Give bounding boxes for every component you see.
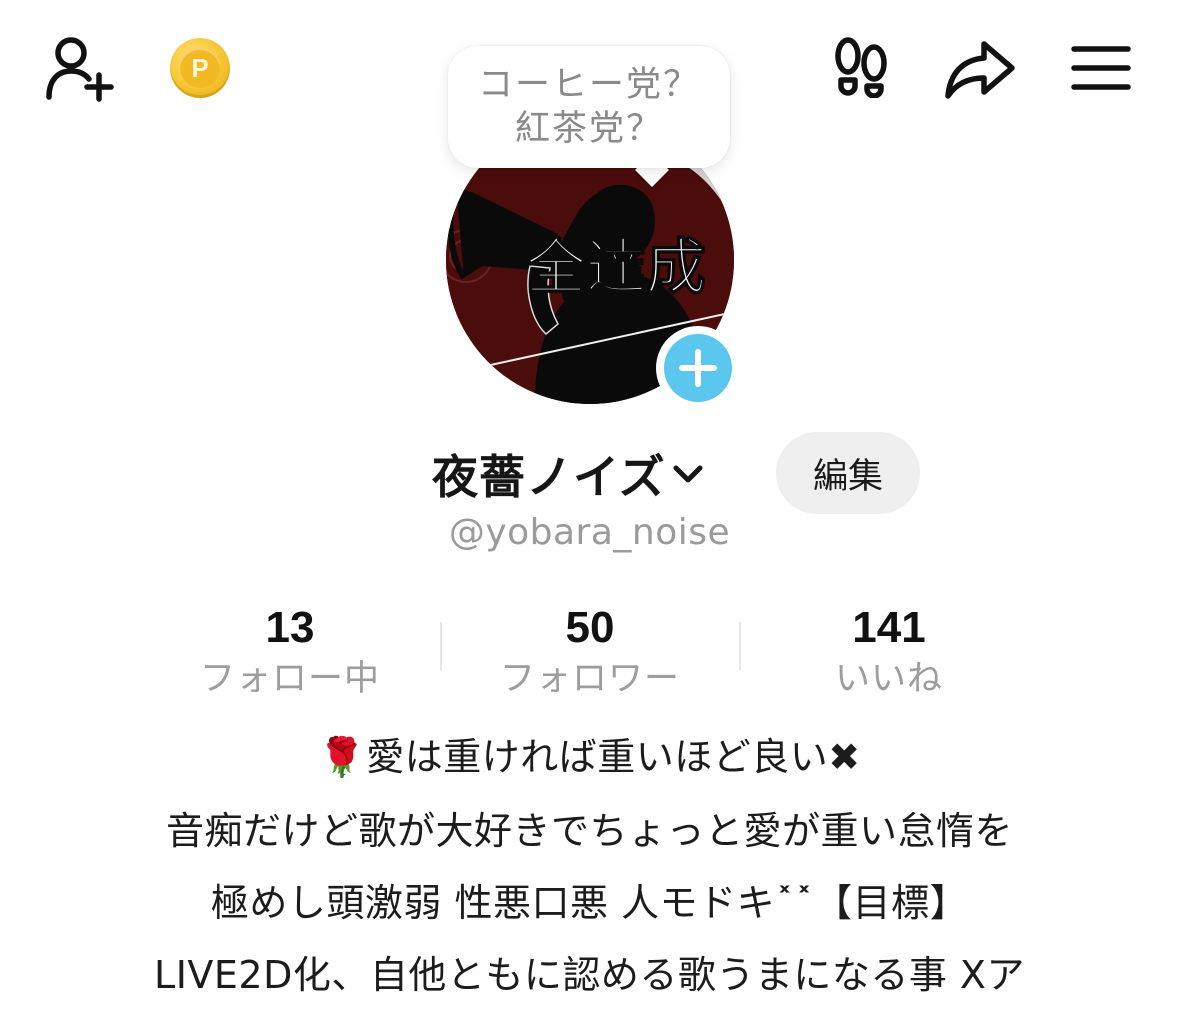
stat-followers[interactable]: 50 フォロワー	[440, 600, 740, 702]
avatar-text: 全達成	[525, 233, 706, 303]
footprints-icon	[835, 37, 887, 98]
plus-icon	[664, 334, 732, 402]
bubble-line-1: コーヒー党？	[477, 65, 700, 105]
edit-profile-button[interactable]: 編集	[776, 432, 920, 514]
followers-label: フォロワー	[499, 659, 680, 699]
likes-count: 141	[852, 603, 926, 652]
footprints-button[interactable]	[828, 34, 894, 100]
coin-letter: P	[180, 48, 220, 88]
bio-line-4: LIVE2D化、自他ともに認める歌うまになる事 Xア	[154, 953, 1025, 997]
bio-line-1: 🌹愛は重ければ重いほど良い✖	[318, 735, 861, 779]
display-name: 夜薔ノイズ	[432, 450, 666, 504]
bio-line-3: 極めし頭激弱 性悪口悪 人モドキ˟˟【目標】	[210, 881, 969, 925]
stat-following[interactable]: 13 フォロー中	[140, 600, 440, 702]
likes-label: いいね	[834, 659, 943, 699]
bubble-line-2: 紅茶党？	[514, 109, 663, 149]
stat-likes[interactable]: 141 いいね	[739, 600, 1039, 702]
add-friend-button[interactable]	[40, 30, 120, 106]
display-name-row[interactable]: 夜薔ノイズ	[432, 442, 706, 506]
following-label: フォロー中	[199, 659, 380, 699]
share-icon	[945, 41, 1015, 99]
bio-line-2: 音痴だけど歌が大好きでちょっと愛が重い怠惰を	[165, 809, 1013, 853]
share-button[interactable]	[942, 36, 1018, 102]
chevron-down-icon	[673, 465, 703, 483]
add-avatar-button[interactable]	[656, 326, 740, 410]
following-count: 13	[265, 603, 315, 652]
followers-count: 50	[565, 603, 615, 652]
points-coin-icon[interactable]: P	[170, 38, 230, 98]
menu-icon	[1071, 46, 1131, 90]
menu-button[interactable]	[1068, 40, 1134, 96]
status-bubble[interactable]: コーヒー党？ 紅茶党？	[448, 46, 730, 168]
username: @yobara_noise	[448, 512, 731, 553]
add-friend-icon	[46, 37, 114, 102]
